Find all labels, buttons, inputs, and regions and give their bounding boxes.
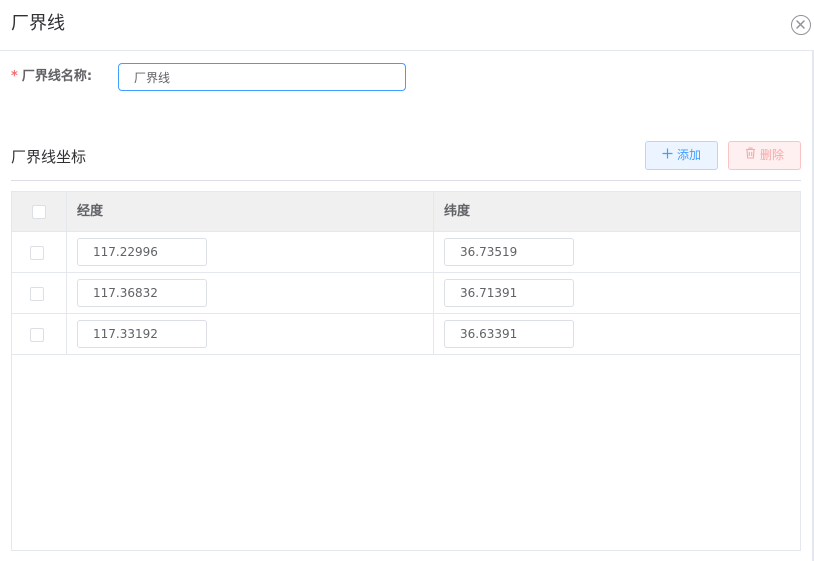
add-button[interactable]: 添加: [645, 141, 718, 170]
column-divider: [66, 192, 67, 354]
coords-section-title: 厂界线坐标: [11, 148, 87, 166]
longitude-input[interactable]: [77, 279, 207, 307]
latitude-input[interactable]: [444, 320, 574, 348]
row-checkbox[interactable]: [30, 287, 44, 301]
table-header: 经度 纬度: [12, 192, 800, 232]
row-checkbox[interactable]: [30, 246, 44, 260]
latitude-input[interactable]: [444, 238, 574, 266]
latitude-header: 纬度: [444, 204, 471, 219]
add-button-label: 添加: [676, 148, 701, 162]
section-divider: [11, 180, 801, 181]
delete-button[interactable]: 删除: [728, 141, 801, 170]
close-icon[interactable]: [791, 15, 811, 35]
table-row: [12, 232, 800, 273]
required-mark: *: [11, 69, 18, 84]
dialog-title: 厂界线: [11, 13, 65, 34]
longitude-header: 经度: [77, 204, 104, 219]
column-divider: [433, 192, 434, 354]
table-row: [12, 314, 800, 355]
longitude-input[interactable]: [77, 320, 207, 348]
table-row: [12, 273, 800, 314]
coords-table: 经度 纬度: [11, 191, 801, 551]
dialog-header: 厂界线: [0, 0, 814, 51]
name-label: * 厂界线名称:: [11, 68, 92, 86]
trash-icon: [745, 142, 756, 169]
plus-icon: [662, 142, 673, 169]
name-input[interactable]: [118, 63, 406, 91]
name-label-text: 厂界线名称:: [21, 69, 93, 84]
select-all-checkbox[interactable]: [32, 205, 46, 219]
latitude-input[interactable]: [444, 279, 574, 307]
row-checkbox[interactable]: [30, 328, 44, 342]
delete-button-label: 删除: [759, 148, 784, 162]
longitude-input[interactable]: [77, 238, 207, 266]
